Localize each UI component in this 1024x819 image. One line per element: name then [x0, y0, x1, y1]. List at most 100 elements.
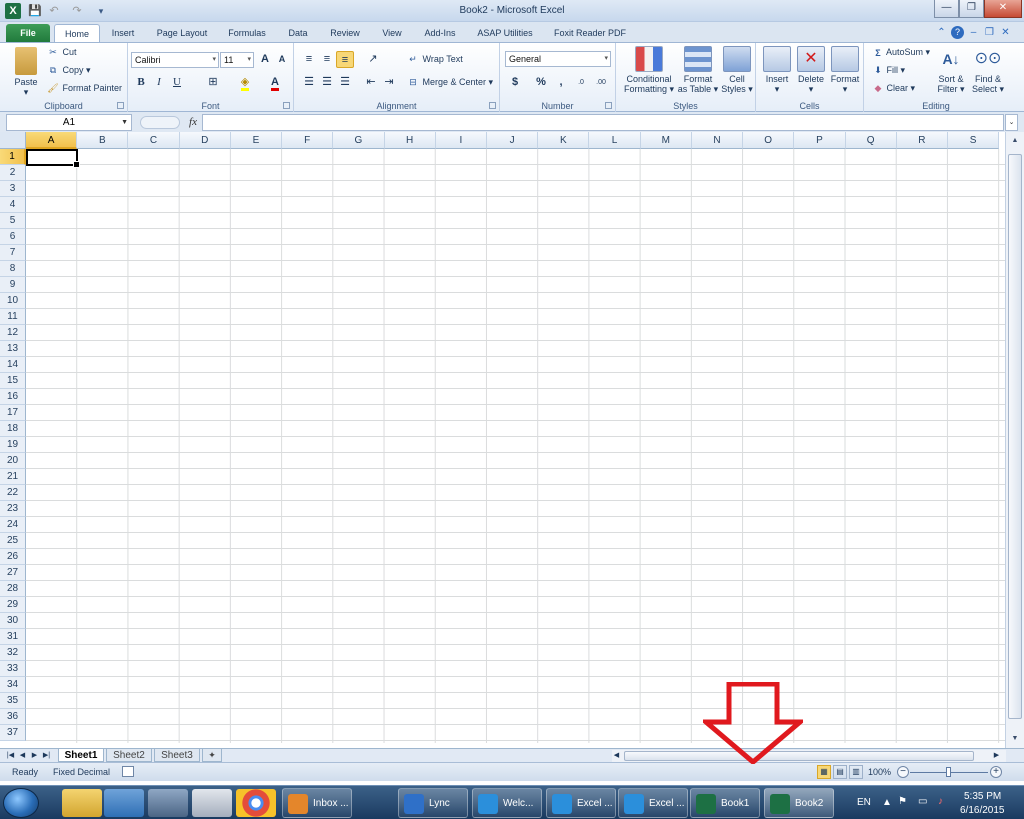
column-header-b[interactable]: B: [77, 132, 129, 149]
column-header-c[interactable]: C: [128, 132, 180, 149]
tab-add-ins[interactable]: Add-Ins: [416, 24, 464, 42]
delete-cells-button[interactable]: ✕ Delete ▾: [794, 46, 828, 94]
column-header-r[interactable]: R: [896, 132, 948, 149]
autosum-button[interactable]: Σ AutoSum ▾: [872, 47, 930, 58]
tab-insert[interactable]: Insert: [103, 24, 143, 42]
clock-time[interactable]: 5:35 PM: [964, 791, 1001, 802]
workbook-close-icon[interactable]: ✕: [999, 26, 1012, 39]
sheet-tab-sheet2[interactable]: Sheet2: [106, 749, 152, 762]
borders-icon[interactable]: ⊞: [204, 74, 222, 91]
active-cell-a1[interactable]: [26, 149, 80, 168]
scroll-down-icon[interactable]: ▼: [1008, 732, 1022, 746]
computer-icon[interactable]: [148, 789, 188, 817]
tab-asap-utilities[interactable]: ASAP Utilities: [470, 24, 540, 42]
font-color-button[interactable]: A: [266, 74, 284, 91]
scroll-right-icon[interactable]: ▶: [992, 750, 1001, 762]
row-header-13[interactable]: 13: [0, 341, 26, 357]
vertical-scroll-thumb[interactable]: [1008, 154, 1022, 719]
row-header-31[interactable]: 31: [0, 629, 26, 645]
row-header-7[interactable]: 7: [0, 245, 26, 261]
row-header-9[interactable]: 9: [0, 277, 26, 293]
close-button[interactable]: ✕: [984, 0, 1022, 18]
copy-button[interactable]: ⧉ Copy ▾: [46, 65, 91, 76]
insert-function-icon[interactable]: fx: [186, 114, 200, 130]
orientation-icon[interactable]: ↗: [364, 51, 382, 68]
taskbar-item-book2[interactable]: Book2: [764, 788, 834, 818]
minimize-button[interactable]: —: [934, 0, 959, 18]
increase-indent-icon[interactable]: ⇥: [380, 74, 398, 91]
taskbar-item-welc[interactable]: Welc...: [472, 788, 542, 818]
tab-review[interactable]: Review: [322, 24, 368, 42]
row-header-23[interactable]: 23: [0, 501, 26, 517]
row-header-27[interactable]: 27: [0, 565, 26, 581]
first-sheet-icon[interactable]: |◀: [6, 750, 15, 762]
action-center-icon[interactable]: ⚑: [898, 796, 907, 807]
column-header-s[interactable]: S: [947, 132, 1000, 149]
row-header-15[interactable]: 15: [0, 373, 26, 389]
decrease-indent-icon[interactable]: ⇤: [362, 74, 380, 91]
help-icon[interactable]: ?: [951, 26, 964, 39]
insert-cells-button[interactable]: Insert ▾: [760, 46, 794, 94]
column-header-f[interactable]: F: [282, 132, 334, 149]
fill-button[interactable]: ⬇ Fill ▾: [872, 65, 905, 76]
font-launcher-icon[interactable]: [283, 102, 290, 109]
scroll-up-icon[interactable]: ▲: [1008, 134, 1022, 148]
language-indicator[interactable]: EN: [857, 797, 871, 808]
row-header-25[interactable]: 25: [0, 533, 26, 549]
insert-sheet-icon[interactable]: ✦: [202, 749, 222, 762]
merge-center-button[interactable]: ⊟ Merge & Center ▾: [406, 77, 493, 88]
row-header-33[interactable]: 33: [0, 661, 26, 677]
chrome-icon[interactable]: [236, 789, 276, 817]
row-header-22[interactable]: 22: [0, 485, 26, 501]
cut-button[interactable]: ✂ Cut: [46, 47, 76, 58]
show-hidden-icons[interactable]: ▲: [882, 797, 892, 808]
tab-data[interactable]: Data: [280, 24, 316, 42]
row-header-2[interactable]: 2: [0, 165, 26, 181]
tab-page-layout[interactable]: Page Layout: [148, 24, 216, 42]
bold-button[interactable]: B: [132, 74, 150, 91]
row-header-20[interactable]: 20: [0, 453, 26, 469]
row-header-34[interactable]: 34: [0, 677, 26, 693]
row-header-30[interactable]: 30: [0, 613, 26, 629]
font-size-combo[interactable]: 11 ▾: [220, 52, 254, 68]
column-header-k[interactable]: K: [538, 132, 590, 149]
column-header-e[interactable]: E: [230, 132, 283, 149]
snipping-tool-icon[interactable]: [192, 789, 232, 817]
page-break-view-icon[interactable]: ▥: [849, 765, 863, 779]
sheet-tab-sheet1[interactable]: Sheet1: [58, 749, 104, 762]
prev-sheet-icon[interactable]: ◀: [18, 750, 27, 762]
column-header-n[interactable]: N: [691, 132, 744, 149]
row-header-17[interactable]: 17: [0, 405, 26, 421]
percent-button[interactable]: %: [532, 74, 550, 91]
row-header-37[interactable]: 37: [0, 725, 26, 741]
tab-home[interactable]: Home: [54, 24, 100, 42]
paste-button[interactable]: Paste ▾: [8, 47, 44, 97]
column-header-l[interactable]: L: [589, 132, 641, 149]
align-top-icon[interactable]: ≡: [300, 51, 318, 68]
currency-button[interactable]: $: [506, 74, 524, 91]
row-header-36[interactable]: 36: [0, 709, 26, 725]
network-icon[interactable]: ▭: [918, 796, 927, 807]
row-header-16[interactable]: 16: [0, 389, 26, 405]
row-header-8[interactable]: 8: [0, 261, 26, 277]
row-header-11[interactable]: 11: [0, 309, 26, 325]
column-header-i[interactable]: I: [435, 132, 487, 149]
zoom-out-button[interactable]: −: [897, 766, 909, 778]
align-left-icon[interactable]: ☰: [300, 74, 318, 91]
grow-font-button[interactable]: A: [256, 51, 274, 68]
column-header-d[interactable]: D: [179, 132, 231, 149]
minimize-ribbon-icon[interactable]: ⌃: [935, 26, 948, 39]
underline-button[interactable]: U: [168, 74, 186, 91]
sheet-tab-sheet3[interactable]: Sheet3: [154, 749, 200, 762]
tab-foxit-reader-pdf[interactable]: Foxit Reader PDF: [546, 24, 634, 42]
clock-date[interactable]: 6/16/2015: [960, 805, 1005, 816]
horizontal-scrollbar[interactable]: ◀ ▶: [612, 750, 1006, 762]
normal-view-icon[interactable]: ▦: [817, 765, 831, 779]
format-cells-button[interactable]: Format ▾: [828, 46, 862, 94]
row-header-29[interactable]: 29: [0, 597, 26, 613]
chevron-down-icon[interactable]: ▼: [121, 115, 128, 130]
maximize-button[interactable]: ❐: [959, 0, 984, 18]
taskbar-item-excel[interactable]: Excel ...: [546, 788, 616, 818]
italic-button[interactable]: I: [150, 74, 168, 91]
formula-bar-splitter[interactable]: [140, 116, 180, 129]
